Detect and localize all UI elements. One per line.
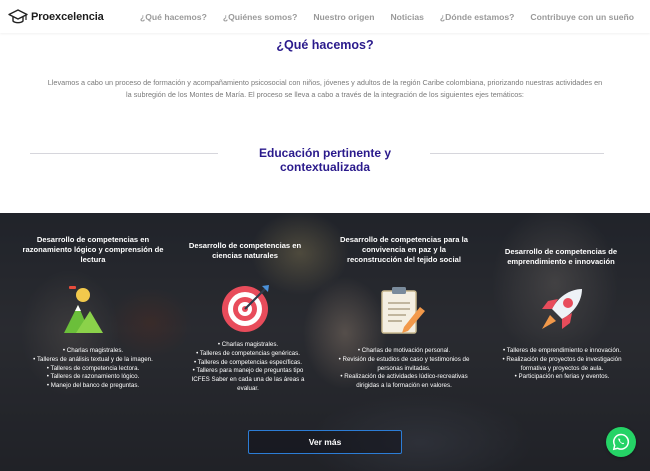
axis-title: Desarrollo de competencias en razonamien… bbox=[22, 235, 164, 264]
see-more-button[interactable]: Ver más bbox=[248, 430, 402, 454]
divider-right bbox=[430, 153, 604, 154]
nav-link-nuestro-origen[interactable]: Nuestro origen bbox=[313, 12, 374, 22]
axis-card-logic: Desarrollo de competencias en razonamien… bbox=[18, 235, 168, 265]
axis-title: Desarrollo de competencias de emprendimi… bbox=[504, 247, 618, 266]
brand-name: Proexcelencia bbox=[31, 10, 104, 23]
nav-link-quienes-somos[interactable]: ¿Quiénes somos? bbox=[223, 12, 298, 22]
whatsapp-icon bbox=[612, 433, 630, 451]
axes-section: Desarrollo de competencias en razonamien… bbox=[0, 213, 650, 471]
list-item: Manejo del banco de preguntas. bbox=[28, 382, 158, 391]
list-item: Talleres de emprendimiento e innovación. bbox=[500, 347, 624, 356]
nav-menu: ¿Qué hacemos? ¿Quiénes somos? Nuestro or… bbox=[124, 0, 634, 33]
target-icon bbox=[220, 282, 272, 339]
graduation-cap-icon bbox=[8, 8, 28, 23]
list-item: Talleres de competencia lectora. bbox=[28, 365, 158, 374]
axis-list-innovation: Talleres de emprendimiento e innovación.… bbox=[500, 347, 624, 382]
nav-link-noticias[interactable]: Noticias bbox=[390, 12, 423, 22]
axis-card-innovation: Desarrollo de competencias de emprendimi… bbox=[496, 247, 626, 267]
divider-left bbox=[30, 153, 218, 154]
top-navbar: Proexcelencia ¿Qué hacemos? ¿Quiénes som… bbox=[0, 0, 650, 33]
list-item: Talleres de análisis textual y de la ima… bbox=[28, 356, 158, 365]
nav-link-donde-estamos[interactable]: ¿Dónde estamos? bbox=[440, 12, 515, 22]
axis-title: Desarrollo de competencias para la convi… bbox=[340, 235, 468, 264]
section-title: ¿Qué hacemos? bbox=[276, 38, 374, 52]
list-item: Talleres de razonamiento lógico. bbox=[28, 373, 158, 382]
list-item: Realización de actividades lúdico-recrea… bbox=[336, 373, 472, 391]
list-item: Charlas de motivación personal. bbox=[336, 347, 472, 356]
nav-link-que-hacemos[interactable]: ¿Qué hacemos? bbox=[140, 12, 207, 22]
brand-logo-link[interactable]: Proexcelencia bbox=[8, 0, 104, 33]
list-item: Talleres de competencias genéricas. bbox=[186, 350, 310, 359]
whatsapp-button[interactable] bbox=[606, 427, 636, 457]
list-item: Charlas magistrales. bbox=[186, 341, 310, 350]
axis-card-science: Desarrollo de competencias en ciencias n… bbox=[180, 241, 310, 261]
axis-list-peace: Charlas de motivación personal. Revisión… bbox=[336, 347, 472, 391]
list-item: Realización de proyectos de investigació… bbox=[500, 356, 624, 374]
subsection-title: Educación pertinente y contextualizada bbox=[258, 146, 392, 174]
axis-title: Desarrollo de competencias en ciencias n… bbox=[188, 241, 302, 260]
list-item: Talleres para manejo de preguntas tipo I… bbox=[186, 367, 310, 393]
intro-paragraph: Llevamos a cabo un proceso de formación … bbox=[47, 78, 603, 99]
list-item: Talleres de competencias específicas. bbox=[186, 359, 310, 368]
axis-list-science: Charlas magistrales. Talleres de compete… bbox=[186, 341, 310, 394]
axis-card-peace: Desarrollo de competencias para la convi… bbox=[334, 235, 474, 265]
rocket-icon bbox=[534, 285, 586, 342]
list-item: Participación en ferias y eventos. bbox=[500, 373, 624, 382]
list-item: Charlas magistrales. bbox=[28, 347, 158, 356]
list-item: Revisión de estudios de caso y testimoni… bbox=[336, 356, 472, 374]
axis-list-logic: Charlas magistrales. Talleres de análisi… bbox=[28, 347, 158, 391]
hills-icon bbox=[62, 283, 104, 344]
nav-link-contribuye[interactable]: Contribuye con un sueño bbox=[530, 12, 634, 22]
clipboard-icon bbox=[380, 285, 428, 342]
